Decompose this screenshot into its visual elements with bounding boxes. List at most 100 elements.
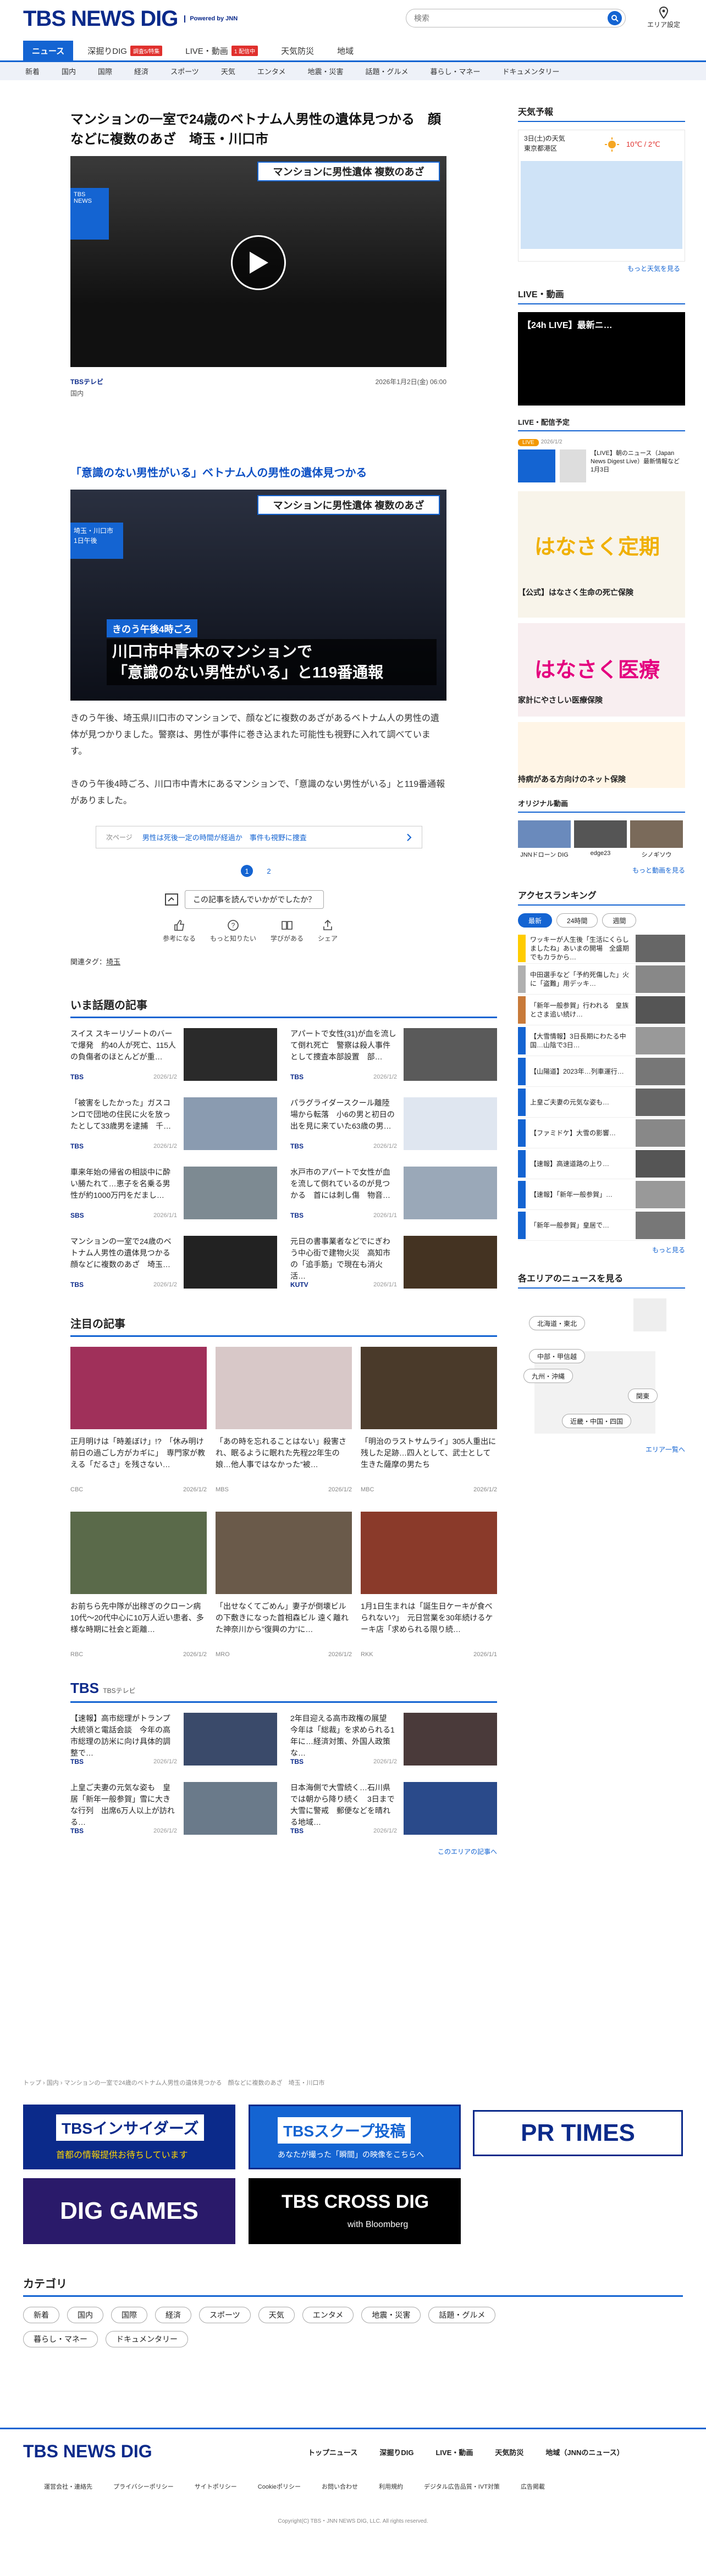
subnav-item[interactable]: 地震・災害: [307, 66, 343, 76]
subnav-item[interactable]: 経済: [134, 66, 148, 76]
original-video-item[interactable]: シノギソウ: [630, 820, 683, 859]
ranking-item[interactable]: 【ファミドケ】大雪の影響…: [518, 1118, 685, 1148]
category-pill[interactable]: ドキュメンタリー: [106, 2331, 188, 2347]
banner-insiders[interactable]: TBSインサイダーズ 首都の情報提供お待ちしています: [23, 2105, 235, 2169]
footer-nav-link[interactable]: 地域（JNNのニュース）: [545, 2447, 624, 2457]
ranking-item[interactable]: 【速報】「新年一般参賀」…: [518, 1179, 685, 1210]
ranking-item[interactable]: 中田選手など「予約死傷した」火に「盗難」用デッキ…: [518, 964, 685, 995]
nav-tab-live[interactable]: LIVE・動画 1 配信中: [176, 41, 267, 60]
ranking-tab-latest[interactable]: 最新: [518, 913, 553, 928]
category-pill[interactable]: エンタメ: [302, 2307, 354, 2323]
tag-link[interactable]: 埼玉: [106, 958, 120, 966]
schedule-item[interactable]: 【LIVE】朝のニュース（Japan News Digest Live）最新情報…: [518, 449, 686, 482]
category-pill[interactable]: 国内: [67, 2307, 103, 2323]
footer-link[interactable]: お問い合わせ: [322, 2482, 358, 2491]
category-pill[interactable]: 話題・グルメ: [428, 2307, 496, 2323]
category-pill[interactable]: 暮らし・マネー: [23, 2331, 98, 2347]
share-button[interactable]: シェア: [318, 919, 338, 943]
news-item[interactable]: スイス スキーリゾートのバーで爆発 約40人が死亡、115人の負傷者のほとんどが…: [70, 1028, 277, 1085]
page-1[interactable]: 1: [241, 865, 253, 877]
article-category[interactable]: 国内: [70, 388, 499, 398]
breadcrumb[interactable]: トップ › 国内 › マンションの一室で24歳のベトナム人男性の遺体見つかる 顔…: [23, 2078, 683, 2087]
original-video-item[interactable]: edge23: [574, 820, 627, 859]
footer-nav-link[interactable]: 天気防災: [495, 2447, 523, 2457]
footer-nav-link[interactable]: LIVE・動画: [435, 2447, 473, 2457]
news-item[interactable]: 元日の書事業者などでにぎわう中心街で建物火災 高知市の「追手筋」で現在も消火活……: [290, 1236, 497, 1293]
footer-nav-link[interactable]: トップニュース: [308, 2447, 357, 2457]
area-list-link[interactable]: エリア一覧へ: [518, 1445, 685, 1454]
live-player[interactable]: 【24h LIVE】最新ニ…: [518, 312, 685, 406]
footer-link[interactable]: 運営会社・連絡先: [44, 2482, 92, 2491]
ranking-item[interactable]: 【速報】高速道路の上り…: [518, 1148, 685, 1179]
reaction-more[interactable]: ? もっと知りたい: [210, 919, 256, 943]
footer-link[interactable]: 広告掲載: [521, 2482, 545, 2491]
ranking-more-link[interactable]: もっと見る: [518, 1245, 685, 1254]
subnav-item[interactable]: スポーツ: [170, 66, 199, 76]
ad-banner-2[interactable]: はなさく医療 家計にやさしい医療保険: [518, 623, 685, 717]
ranking-item[interactable]: 「新年一般参賀」皇居で…: [518, 1210, 685, 1241]
category-pill[interactable]: 地震・災害: [361, 2307, 421, 2323]
featured-card[interactable]: お前ちら先中隊が出稼ぎのクローン病 10代〜20代中心に10万人近い患者、多様な…: [70, 1512, 207, 1658]
banner-scoop[interactable]: TBSスクープ投稿 あなたが撮った「瞬間」の映像をこちらへ: [249, 2105, 461, 2169]
area-button-kanto[interactable]: 関東: [628, 1389, 658, 1403]
area-button-chubu[interactable]: 中部・甲信越: [529, 1349, 586, 1363]
category-pill[interactable]: 国際: [111, 2307, 147, 2323]
ad-banner-3[interactable]: 持病がある方向けのネット保険: [518, 722, 685, 788]
footer-link[interactable]: プライバシーポリシー: [113, 2482, 174, 2491]
featured-card[interactable]: 「出せなくてごめん」妻子が倒壊ビルの下敷きになった首相森ビル 遠く離れた神奈川か…: [216, 1512, 352, 1658]
ranking-item[interactable]: 【大雪情報】3日長期にわたる中国…山陰で3日…: [518, 1025, 685, 1056]
search-button[interactable]: [608, 11, 622, 25]
footer-logo[interactable]: TBS NEWS DIG: [23, 2441, 152, 2462]
news-item[interactable]: 日本海側で大雪続く…石川県では朝から降り続く 3日まで大雪に警戒 郵便などを晴れ…: [290, 1782, 497, 1839]
featured-card[interactable]: 1月1日生まれは「誕生日ケーキが食べられない?」 元日営業を30年続けるケーキ店…: [361, 1512, 497, 1658]
search-input[interactable]: [414, 14, 608, 23]
banner-dig-games[interactable]: DIG GAMES: [23, 2178, 235, 2244]
weather-widget[interactable]: 3日(土)の天気 東京都港区 10℃ / 2℃ もっと天気を見る: [518, 130, 685, 273]
banner-cross-dig[interactable]: TBS CROSS DIG with Bloomberg: [249, 2178, 461, 2244]
category-pill[interactable]: スポーツ: [199, 2307, 251, 2323]
subnav-item[interactable]: エンタメ: [257, 66, 286, 76]
ranking-item[interactable]: 上皇ご夫妻の元気な姿も…: [518, 1087, 685, 1118]
subnav-item[interactable]: 話題・グルメ: [365, 66, 408, 76]
next-page-link[interactable]: 次ページ 男性は死後一定の時間が経過か 事件も視野に捜査: [96, 826, 422, 848]
featured-card[interactable]: 正月明けは「時差ぼけ」!? 「休み明け前日の過ごし方がカギに」 専門家が教える「…: [70, 1347, 207, 1493]
nav-tab-deep-dig[interactable]: 深掘りDIG 調査5/特集: [79, 41, 171, 60]
reaction-learn[interactable]: 学びがある: [271, 919, 304, 943]
original-video-more-link[interactable]: もっと動画を見る: [518, 865, 685, 875]
subnav-item[interactable]: 暮らし・マネー: [430, 66, 480, 76]
featured-card[interactable]: 「あの時を忘れることはない」殺害され、眠るように眠れた先程22年生の娘…他人事で…: [216, 1347, 352, 1493]
news-item[interactable]: 車来年始の帰省の相談中に酔い勝たれて…恵子を名乗る男性が約1000万円をだまし……: [70, 1167, 277, 1224]
nav-tab-weather[interactable]: 天気防災: [272, 41, 323, 60]
category-pill[interactable]: 天気: [258, 2307, 295, 2323]
area-button-kinki[interactable]: 近畿・中国・四国: [562, 1414, 632, 1428]
ranking-item[interactable]: ワッキーが人生後「生活にくらしましたね」あいまの開場 全盛期でもカラから…: [518, 933, 685, 964]
area-button-tohoku[interactable]: 北海道・東北: [529, 1316, 586, 1330]
news-item[interactable]: 水戸市のアパートで女性が血を流して倒れているのが見つかる 首には刺し傷 物音… T…: [290, 1167, 497, 1224]
article-source[interactable]: TBSテレビ: [70, 377, 103, 386]
reaction-helpful[interactable]: 参考になる: [163, 919, 196, 943]
ranking-tab-weekly[interactable]: 週間: [602, 913, 637, 928]
news-item[interactable]: アパートで女性(31)が血を流して倒れ死亡 警察は殺人事件として捜査本部設置 部…: [290, 1028, 497, 1085]
footer-link[interactable]: サイトポリシー: [195, 2482, 237, 2491]
subnav-item[interactable]: 国内: [62, 66, 76, 76]
subnav-item[interactable]: 新着: [25, 66, 40, 76]
ranking-tab-24h[interactable]: 24時間: [556, 913, 598, 928]
page-2[interactable]: 2: [263, 865, 275, 877]
news-item[interactable]: 「被害をしたかった」ガスコンロで団地の住民に火を放ったとして33歳男を逮捕 千……: [70, 1097, 277, 1154]
news-item[interactable]: マンションの一室で24歳のベトナム人男性の遺体見つかる 顔などに複数のあざ 埼玉…: [70, 1236, 277, 1293]
news-item[interactable]: パラグライダースクール離陸場から転落 小6の男と初日の出を見に来ていた63歳の男…: [290, 1097, 497, 1154]
subnav-item[interactable]: ドキュメンタリー: [503, 66, 560, 76]
subnav-item[interactable]: 天気: [221, 66, 235, 76]
original-video-item[interactable]: JNNドローン DIG: [518, 820, 571, 859]
footer-link[interactable]: デジタル広告品質・IVT対策: [424, 2482, 500, 2491]
news-item[interactable]: 2年目迎える高市政権の展望 今年は「総裁」を求められる1年に…経済対策、外国人政…: [290, 1713, 497, 1770]
nav-tab-area[interactable]: 地域: [328, 41, 362, 60]
play-button[interactable]: [231, 235, 286, 290]
nav-tab-news[interactable]: ニュース: [23, 41, 74, 60]
banner-prtimes[interactable]: PR TIMES: [473, 2110, 683, 2156]
ad-banner-1[interactable]: はなさく定期 【公式】はなさく生命の死亡保険: [518, 491, 685, 618]
footer-link[interactable]: Cookieポリシー: [258, 2482, 301, 2491]
area-button-kyushu[interactable]: 九州・沖縄: [523, 1369, 573, 1383]
site-logo[interactable]: TBS NEWS DIG Powered by JNN: [23, 7, 238, 31]
footer-nav-link[interactable]: 深掘りDIG: [379, 2447, 413, 2457]
